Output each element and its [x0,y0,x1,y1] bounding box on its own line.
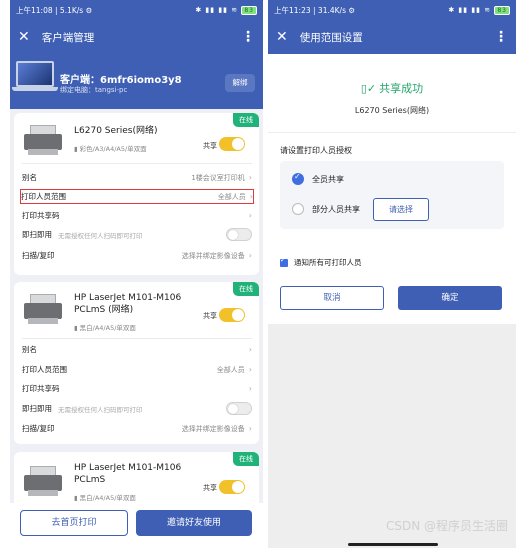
online-badge: 在线 [233,452,259,466]
bound-pc: 绑定电脑：tangsi-pc [60,86,128,94]
left-screen: 上午11:08 | 5.1K/s ⚙ ✱ ▮▮ ▮▮ ≋ 83 ✕ 客户端管理 … [10,0,263,548]
scope-panel: ▯✓共享成功 L6270 Series(网络) 请设置打印人员授权 全员共享 部… [268,54,516,324]
unbind-button[interactable]: 解绑 [225,74,255,92]
printer-name: L6270 Series(网络) [74,126,158,136]
share-label: 共享 [203,484,217,492]
chevron-right-icon: › [248,365,252,374]
printer-model: L6270 Series(网络) [354,106,430,115]
instant-toggle[interactable] [226,402,252,415]
status-time: 上午11:08 | 5.1K/s ⚙ [16,5,93,15]
chevron-right-icon: › [248,173,252,182]
chevron-right-icon: › [248,384,252,393]
option-all[interactable]: 全员共享 [292,172,344,185]
cancel-button[interactable]: 取消 [280,286,384,310]
online-badge: 在线 [233,113,259,127]
home-print-button[interactable]: 去首页打印 [20,510,128,536]
share-toggle[interactable] [219,480,245,494]
right-screen: 上午11:23 | 31.4K/s ⚙ ✱ ▮▮ ▮▮ ≋ 83 ✕ 使用范围设… [268,0,516,548]
radio-checked-icon [292,172,304,185]
laptop-base [12,87,58,91]
left-header: 上午11:08 | 5.1K/s ⚙ ✱ ▮▮ ▮▮ ≋ 83 ✕ 客户端管理 … [10,0,263,54]
printer-icon [22,125,64,157]
invite-button[interactable]: 邀请好友使用 [136,510,252,536]
share-code-row[interactable]: 打印共享码 › [22,381,252,396]
confirm-button[interactable]: 确定 [398,286,502,310]
share-toggle[interactable] [219,137,245,151]
client-info: 客户端：6mfr6iomo3y8 绑定电脑：tangsi-pc 解绑 [10,54,263,109]
print-scope-row[interactable]: 打印人员范围 全部人员 › [22,362,252,377]
printer-card: 在线 L6270 Series(网络) ▮ 彩色/A3/A4/A5/单双面 共享… [14,113,259,275]
page-title: 使用范围设置 [299,31,363,44]
status-icons: ✱ ▮▮ ▮▮ ≋ 83 [195,5,257,15]
status-time: 上午11:23 | 31.4K/s ⚙ [274,5,356,15]
chevron-right-icon: › [248,345,252,354]
battery-icon: 83 [494,5,510,15]
printer-name: HP LaserJet M101-M106 PCLmS [74,463,182,485]
right-header: 上午11:23 | 31.4K/s ⚙ ✱ ▮▮ ▮▮ ≋ 83 ✕ 使用范围设… [268,0,516,54]
instant-toggle[interactable] [226,228,252,241]
print-scope-row[interactable]: 打印人员范围 全部人员 › [20,189,254,204]
more-icon[interactable]: ⋮ [494,29,508,45]
status-bar: 上午11:08 | 5.1K/s ⚙ ✱ ▮▮ ▮▮ ≋ 83 [10,0,263,20]
chevron-right-icon: › [248,211,252,220]
divider [268,132,516,133]
laptop-icon [16,61,54,87]
printer-spec: ▮ 黑白/A4/A5/单双面 [74,494,136,502]
option-partial[interactable]: 部分人员共享 [292,203,360,215]
more-icon[interactable]: ⋮ [241,29,255,45]
share-code-row[interactable]: 打印共享码 › [22,208,252,223]
printer-icon [22,466,64,498]
alias-row[interactable]: 别名 › [22,342,252,357]
share-toggle[interactable] [219,308,245,322]
divider [22,163,252,164]
printer-spec: ▮ 彩色/A3/A4/A5/单双面 [74,145,147,153]
client-name: 客户端：6mfr6iomo3y8 [60,75,182,86]
select-people-button[interactable]: 请选择 [373,198,429,221]
app-bar: ✕ 使用范围设置 ⋮ [268,20,516,54]
app-bar: ✕ 客户端管理 ⋮ [10,20,263,54]
status-bar: 上午11:23 | 31.4K/s ⚙ ✱ ▮▮ ▮▮ ≋ 83 [268,0,516,20]
chevron-right-icon: › [248,424,252,433]
home-indicator [348,543,438,546]
scan-row[interactable]: 扫描/复印 选择并绑定影像设备 › [22,248,252,263]
printer-card: 在线 HP LaserJet M101-M106 PCLmS (网络) ▮ 黑白/… [14,282,259,444]
battery-icon: 83 [241,5,257,15]
notify-checkbox-row[interactable]: 通知所有可打印人员 [280,256,362,268]
share-label: 共享 [203,312,217,320]
instant-row: 即扫即用 无需授权任何人扫码即可打印 [22,401,252,416]
watermark: CSDN @程序员生活圈 [385,519,508,533]
share-success: ▯✓ 共享成功 [360,82,424,95]
status-icons: ✱ ▮▮ ▮▮ ≋ 83 [448,5,510,15]
radio-unchecked-icon [292,203,304,215]
close-icon[interactable]: ✕ [18,29,30,45]
auth-label: 请设置打印人员授权 [280,146,352,155]
divider [22,338,252,339]
page-title: 客户端管理 [41,31,95,44]
chevron-right-icon: › [249,192,253,201]
alias-row[interactable]: 别名 1楼会议室打印机 › [22,170,252,185]
share-label: 共享 [203,142,217,150]
options-box: 全员共享 部分人员共享 请选择 [280,161,504,229]
success-icon: ▯✓ [360,82,377,95]
printer-spec: ▮ 黑白/A4/A5/单双面 [74,324,136,332]
checkbox-icon [280,256,288,267]
chevron-right-icon: › [248,251,252,260]
printer-name: HP LaserJet M101-M106 PCLmS (网络) [74,293,182,315]
bottom-bar: 去首页打印 邀请好友使用 [10,503,263,548]
close-icon[interactable]: ✕ [276,29,288,45]
instant-row: 即扫即用 无需授权任何人扫码即可打印 [22,227,252,242]
printer-icon [22,294,64,326]
online-badge: 在线 [233,282,259,296]
scan-row[interactable]: 扫描/复印 选择并绑定影像设备 › [22,421,252,436]
